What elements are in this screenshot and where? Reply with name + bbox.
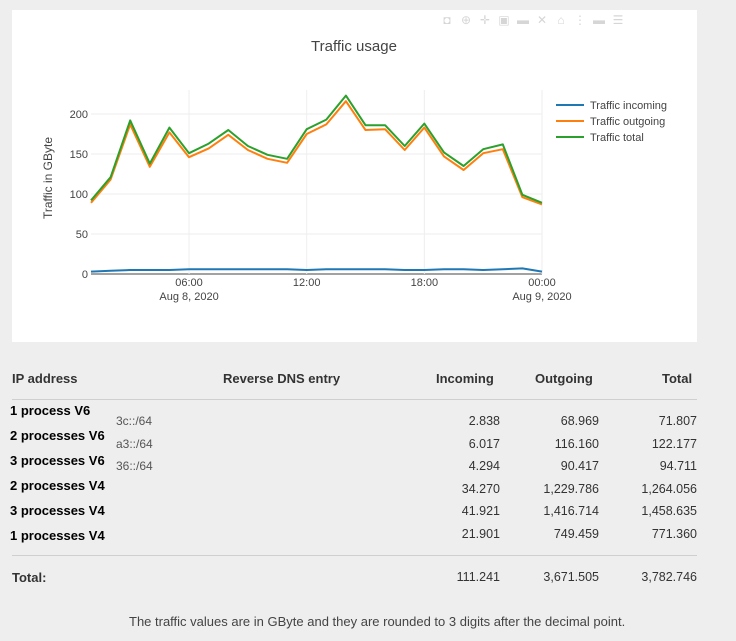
row-label: 3 processes V6 bbox=[10, 453, 105, 468]
row-label: 3 processes V4 bbox=[10, 503, 105, 518]
y-tick-label: 150 bbox=[70, 149, 88, 161]
chart-legend[interactable]: Traffic incoming Traffic outgoing Traffic … bbox=[556, 100, 667, 144]
row-dns: a3::/64 bbox=[116, 437, 153, 451]
row-label: 2 processes V6 bbox=[10, 428, 105, 443]
series-line-traffic-outgoing[interactable] bbox=[90, 100, 543, 206]
row-total: 71.807 bbox=[658, 414, 697, 428]
y-tick-label: 50 bbox=[76, 229, 88, 241]
legend-label: Traffic outgoing bbox=[590, 116, 665, 128]
row-total: 94.711 bbox=[659, 459, 697, 473]
y-tick-label: 0 bbox=[82, 269, 88, 281]
total-total: 3,782.746 bbox=[641, 570, 697, 584]
total-divider bbox=[12, 555, 697, 556]
row-label: 1 process V6 bbox=[10, 403, 91, 418]
x-tick-label: 18:00 bbox=[411, 277, 439, 289]
row-label: 2 processes V4 bbox=[10, 478, 105, 493]
chart-title: Traffic usage bbox=[311, 38, 397, 55]
legend-label: Traffic incoming bbox=[590, 100, 667, 112]
header-dns[interactable]: Reverse DNS entry bbox=[223, 371, 340, 386]
row-total: 771.360 bbox=[651, 527, 697, 541]
total-label: Total: bbox=[12, 570, 47, 585]
traffic-chart: ◘ ⊕ ✛ ▣ ▬ ✕ ⌂ ⋮ ▬ ☰ Traffic usage Traffi… bbox=[12, 10, 697, 342]
row-total: 1,264.056 bbox=[641, 482, 697, 496]
row-total: 122.177 bbox=[651, 437, 697, 451]
header-total[interactable]: Total bbox=[662, 371, 692, 386]
header-ip[interactable]: IP address bbox=[12, 371, 78, 386]
chart-canvas: Traffic usage Traffic in GByte 0 50 100 150… bbox=[41, 38, 667, 303]
header-divider bbox=[12, 399, 697, 400]
x-tick-sublabel: Aug 8, 2020 bbox=[159, 291, 218, 303]
series-line-traffic-incoming[interactable] bbox=[90, 267, 543, 273]
y-axis-title: Traffic in GByte bbox=[41, 137, 55, 219]
footnote: The traffic values are in GByte and they… bbox=[129, 614, 626, 629]
x-tick-label: 12:00 bbox=[293, 277, 321, 289]
row-total: 1,458.635 bbox=[641, 504, 697, 518]
x-tick-label: 00:00 bbox=[528, 277, 556, 289]
row-dns: 36::/64 bbox=[116, 459, 153, 473]
x-tick-sublabel: Aug 9, 2020 bbox=[512, 291, 571, 303]
x-tick-label: 06:00 bbox=[175, 277, 203, 289]
row-label: 1 processes V4 bbox=[10, 528, 105, 543]
header-outgoing[interactable]: Outgoing bbox=[535, 371, 593, 386]
header-incoming[interactable]: Incoming bbox=[436, 371, 494, 386]
legend-label: Traffic total bbox=[590, 132, 644, 144]
row-dns: 3c::/64 bbox=[116, 414, 153, 428]
series-line-traffic-total[interactable] bbox=[90, 94, 543, 204]
y-tick-label: 100 bbox=[70, 189, 88, 201]
y-tick-label: 200 bbox=[70, 109, 88, 121]
